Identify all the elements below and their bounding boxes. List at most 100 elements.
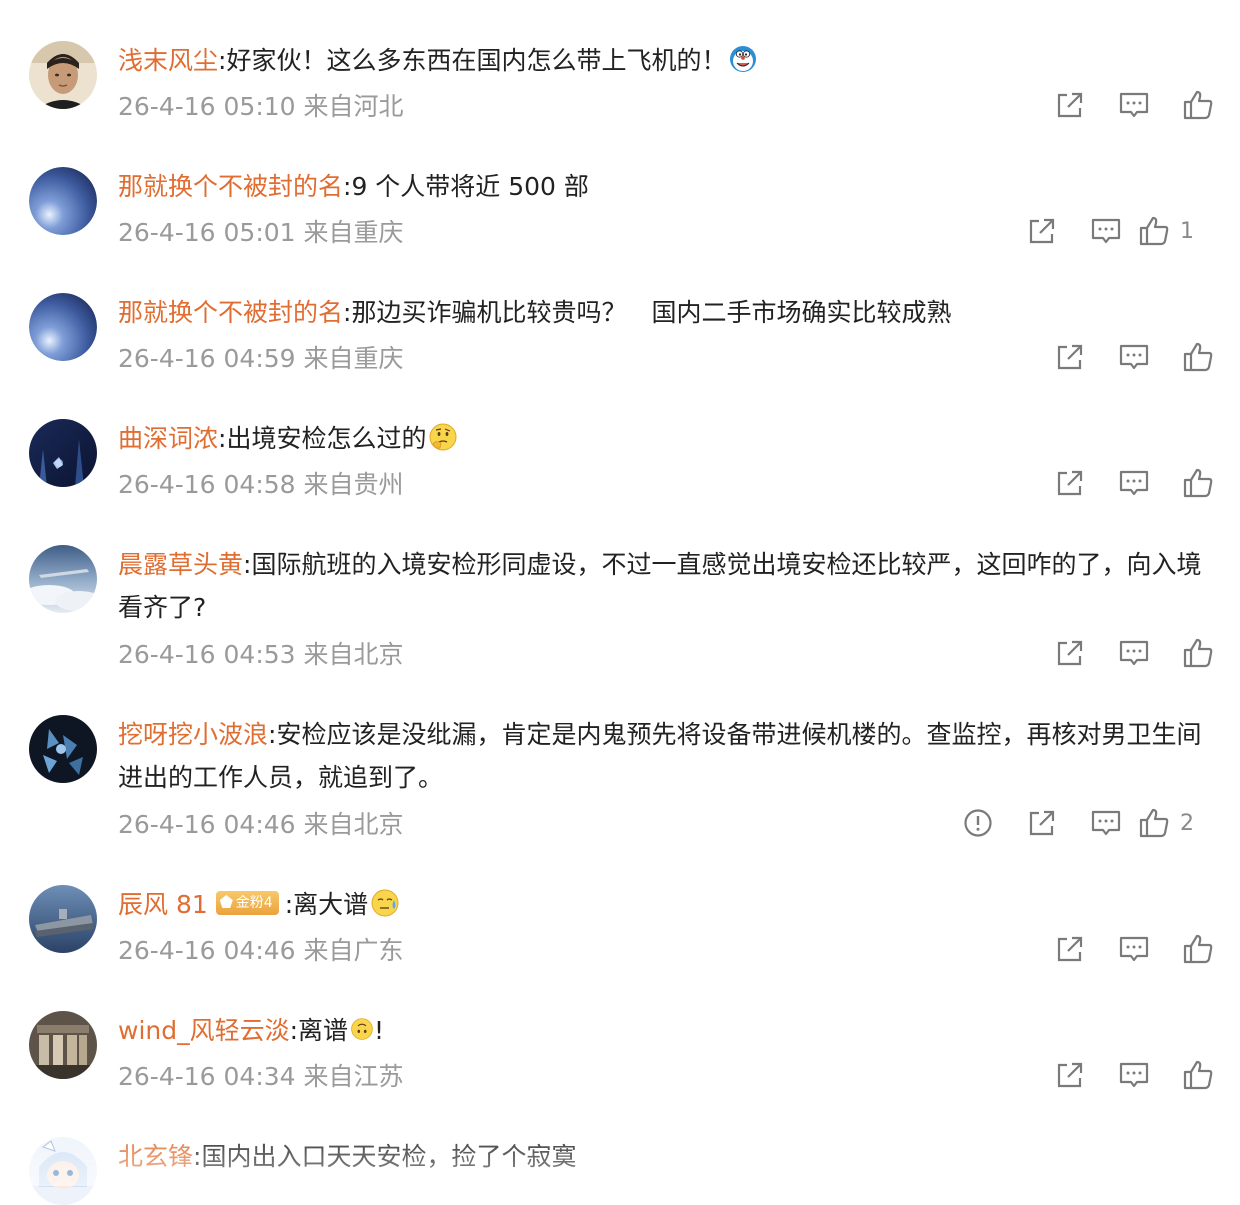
- like-button[interactable]: [1166, 1058, 1230, 1092]
- comment-content: 那就换个不被封的名:9 个人带将近 500 部: [118, 165, 1218, 208]
- like-count: 2: [1180, 810, 1194, 836]
- comment-button[interactable]: [1074, 214, 1138, 248]
- like-button[interactable]: 2: [1138, 806, 1230, 840]
- comment-actions: 1: [1010, 214, 1230, 248]
- comment-text: :9 个人带将近 500 部: [343, 172, 589, 201]
- comment-text-suffix: !: [374, 1016, 385, 1045]
- like-button[interactable]: [1166, 88, 1230, 122]
- blue-sphere-avatar: [29, 293, 97, 361]
- username[interactable]: 那就换个不被封的名: [118, 298, 343, 327]
- share-button[interactable]: [1010, 214, 1074, 248]
- share-icon: [1057, 470, 1083, 496]
- username[interactable]: 晨露草头黄: [118, 550, 243, 579]
- comment-icon: [1119, 640, 1149, 666]
- comment-content: 那就换个不被封的名:那边买诈骗机比较贵吗？ 国内二手市场确实比较成熟: [118, 291, 1218, 334]
- share-button[interactable]: [1038, 1058, 1102, 1092]
- share-button[interactable]: [1038, 636, 1102, 670]
- comment-button[interactable]: [1102, 340, 1166, 374]
- comment-meta: 26-4-16 04:59 来自重庆: [118, 344, 404, 373]
- share-icon: [1057, 936, 1083, 962]
- share-button[interactable]: [1038, 932, 1102, 966]
- username[interactable]: 北玄锋: [118, 1142, 193, 1171]
- share-icon: [1029, 810, 1055, 836]
- comment-content: 浅末风尘:好家伙！这么多东西在国内怎么带上飞机的！: [118, 39, 1218, 82]
- doraemon-emoji: [728, 44, 758, 74]
- comment-actions: [1038, 932, 1230, 966]
- avatar[interactable]: [29, 419, 97, 487]
- dark-blue-night-avatar: [29, 419, 97, 487]
- man-photo-avatar: [29, 41, 97, 109]
- thumbs-up-icon: [1183, 342, 1213, 372]
- comment-button[interactable]: [1102, 1058, 1166, 1092]
- thumbs-up-icon: [1183, 468, 1213, 498]
- badge-gem-icon: [219, 895, 233, 908]
- avatar[interactable]: [29, 167, 97, 235]
- comment-icon: [1119, 92, 1149, 118]
- thumbs-up-icon: [1139, 216, 1169, 246]
- comment-text: :安检应该是没纰漏，肯定是内鬼预先将设备带进候机楼的。查监控，再核对男卫生间进出…: [118, 720, 1202, 792]
- comment-content: 辰风 81 金粉4:离大谱: [118, 883, 1218, 926]
- like-button[interactable]: [1166, 932, 1230, 966]
- share-button[interactable]: [1038, 340, 1102, 374]
- username[interactable]: wind_风轻云淡: [118, 1016, 290, 1045]
- avatar[interactable]: [29, 545, 97, 613]
- comment-button[interactable]: [1102, 466, 1166, 500]
- comment-button[interactable]: [1102, 932, 1166, 966]
- comment-meta: 26-4-16 04:58 来自贵州: [118, 470, 404, 499]
- comment-actions: [1038, 636, 1230, 670]
- like-button[interactable]: [1166, 466, 1230, 500]
- upside-down-face-emoji: [350, 1017, 374, 1041]
- comment-text: :国内出入口天天安检，捡了个寂寞: [193, 1142, 577, 1171]
- comment-meta: 26-4-16 05:01 来自重庆: [118, 218, 404, 247]
- comment-icon: [1091, 218, 1121, 244]
- comment-icon: [1119, 936, 1149, 962]
- avatar[interactable]: [29, 885, 97, 953]
- avatar[interactable]: [29, 41, 97, 109]
- report-button[interactable]: [946, 806, 1010, 840]
- username[interactable]: 浅末风尘: [118, 46, 218, 75]
- share-icon: [1029, 218, 1055, 244]
- like-button[interactable]: [1166, 340, 1230, 374]
- share-button[interactable]: [1038, 466, 1102, 500]
- comment-content: 北玄锋:国内出入口天天安检，捡了个寂寞: [118, 1135, 1218, 1178]
- sky-airplane-avatar: [29, 545, 97, 613]
- comment-text: :离大谱: [284, 890, 369, 919]
- comment-button[interactable]: [1102, 88, 1166, 122]
- avatar[interactable]: [29, 715, 97, 783]
- username[interactable]: 辰风 81: [118, 890, 208, 919]
- anime-girl-avatar: [29, 1137, 97, 1205]
- comment-actions: [1038, 1058, 1230, 1092]
- old-building-avatar: [29, 1011, 97, 1079]
- comment-icon: [1119, 344, 1149, 370]
- thumbs-up-icon: [1183, 90, 1213, 120]
- share-icon: [1057, 1062, 1083, 1088]
- share-button[interactable]: [1038, 88, 1102, 122]
- thinking-face-emoji: [428, 422, 458, 452]
- share-button[interactable]: [1010, 806, 1074, 840]
- comment-icon: [1091, 810, 1121, 836]
- avatar[interactable]: [29, 1011, 97, 1079]
- avatar[interactable]: [29, 293, 97, 361]
- comment-text: :国际航班的入境安检形同虚设，不过一直感觉出境安检还比较严，这回咋的了，向入境看…: [118, 550, 1202, 622]
- comment-text: :出境安检怎么过的: [218, 424, 427, 453]
- comment-content: wind_风轻云淡:离谱!: [118, 1009, 1218, 1052]
- share-icon: [1057, 640, 1083, 666]
- comment-meta: 26-4-16 04:46 来自北京: [118, 810, 404, 839]
- comment-list: 浅末风尘:好家伙！这么多东西在国内怎么带上飞机的！ 26-4-16 05:10 …: [0, 0, 1240, 1205]
- comment-actions: 2: [946, 806, 1230, 840]
- comment-text: :离谱: [289, 1016, 349, 1045]
- comment-icon: [1119, 1062, 1149, 1088]
- avatar[interactable]: [29, 1137, 97, 1205]
- like-button[interactable]: 1: [1138, 214, 1230, 248]
- share-icon: [1057, 344, 1083, 370]
- comment-button[interactable]: [1074, 806, 1138, 840]
- username[interactable]: 那就换个不被封的名: [118, 172, 343, 201]
- username[interactable]: 挖呀挖小波浪: [118, 720, 268, 749]
- like-button[interactable]: [1166, 636, 1230, 670]
- username[interactable]: 曲深词浓: [118, 424, 218, 453]
- thumbs-up-icon: [1139, 808, 1169, 838]
- fan-badge[interactable]: 金粉4: [215, 891, 279, 915]
- comment-meta: 26-4-16 05:10 来自河北: [118, 92, 404, 121]
- comment-button[interactable]: [1102, 636, 1166, 670]
- warship-avatar: [29, 885, 97, 953]
